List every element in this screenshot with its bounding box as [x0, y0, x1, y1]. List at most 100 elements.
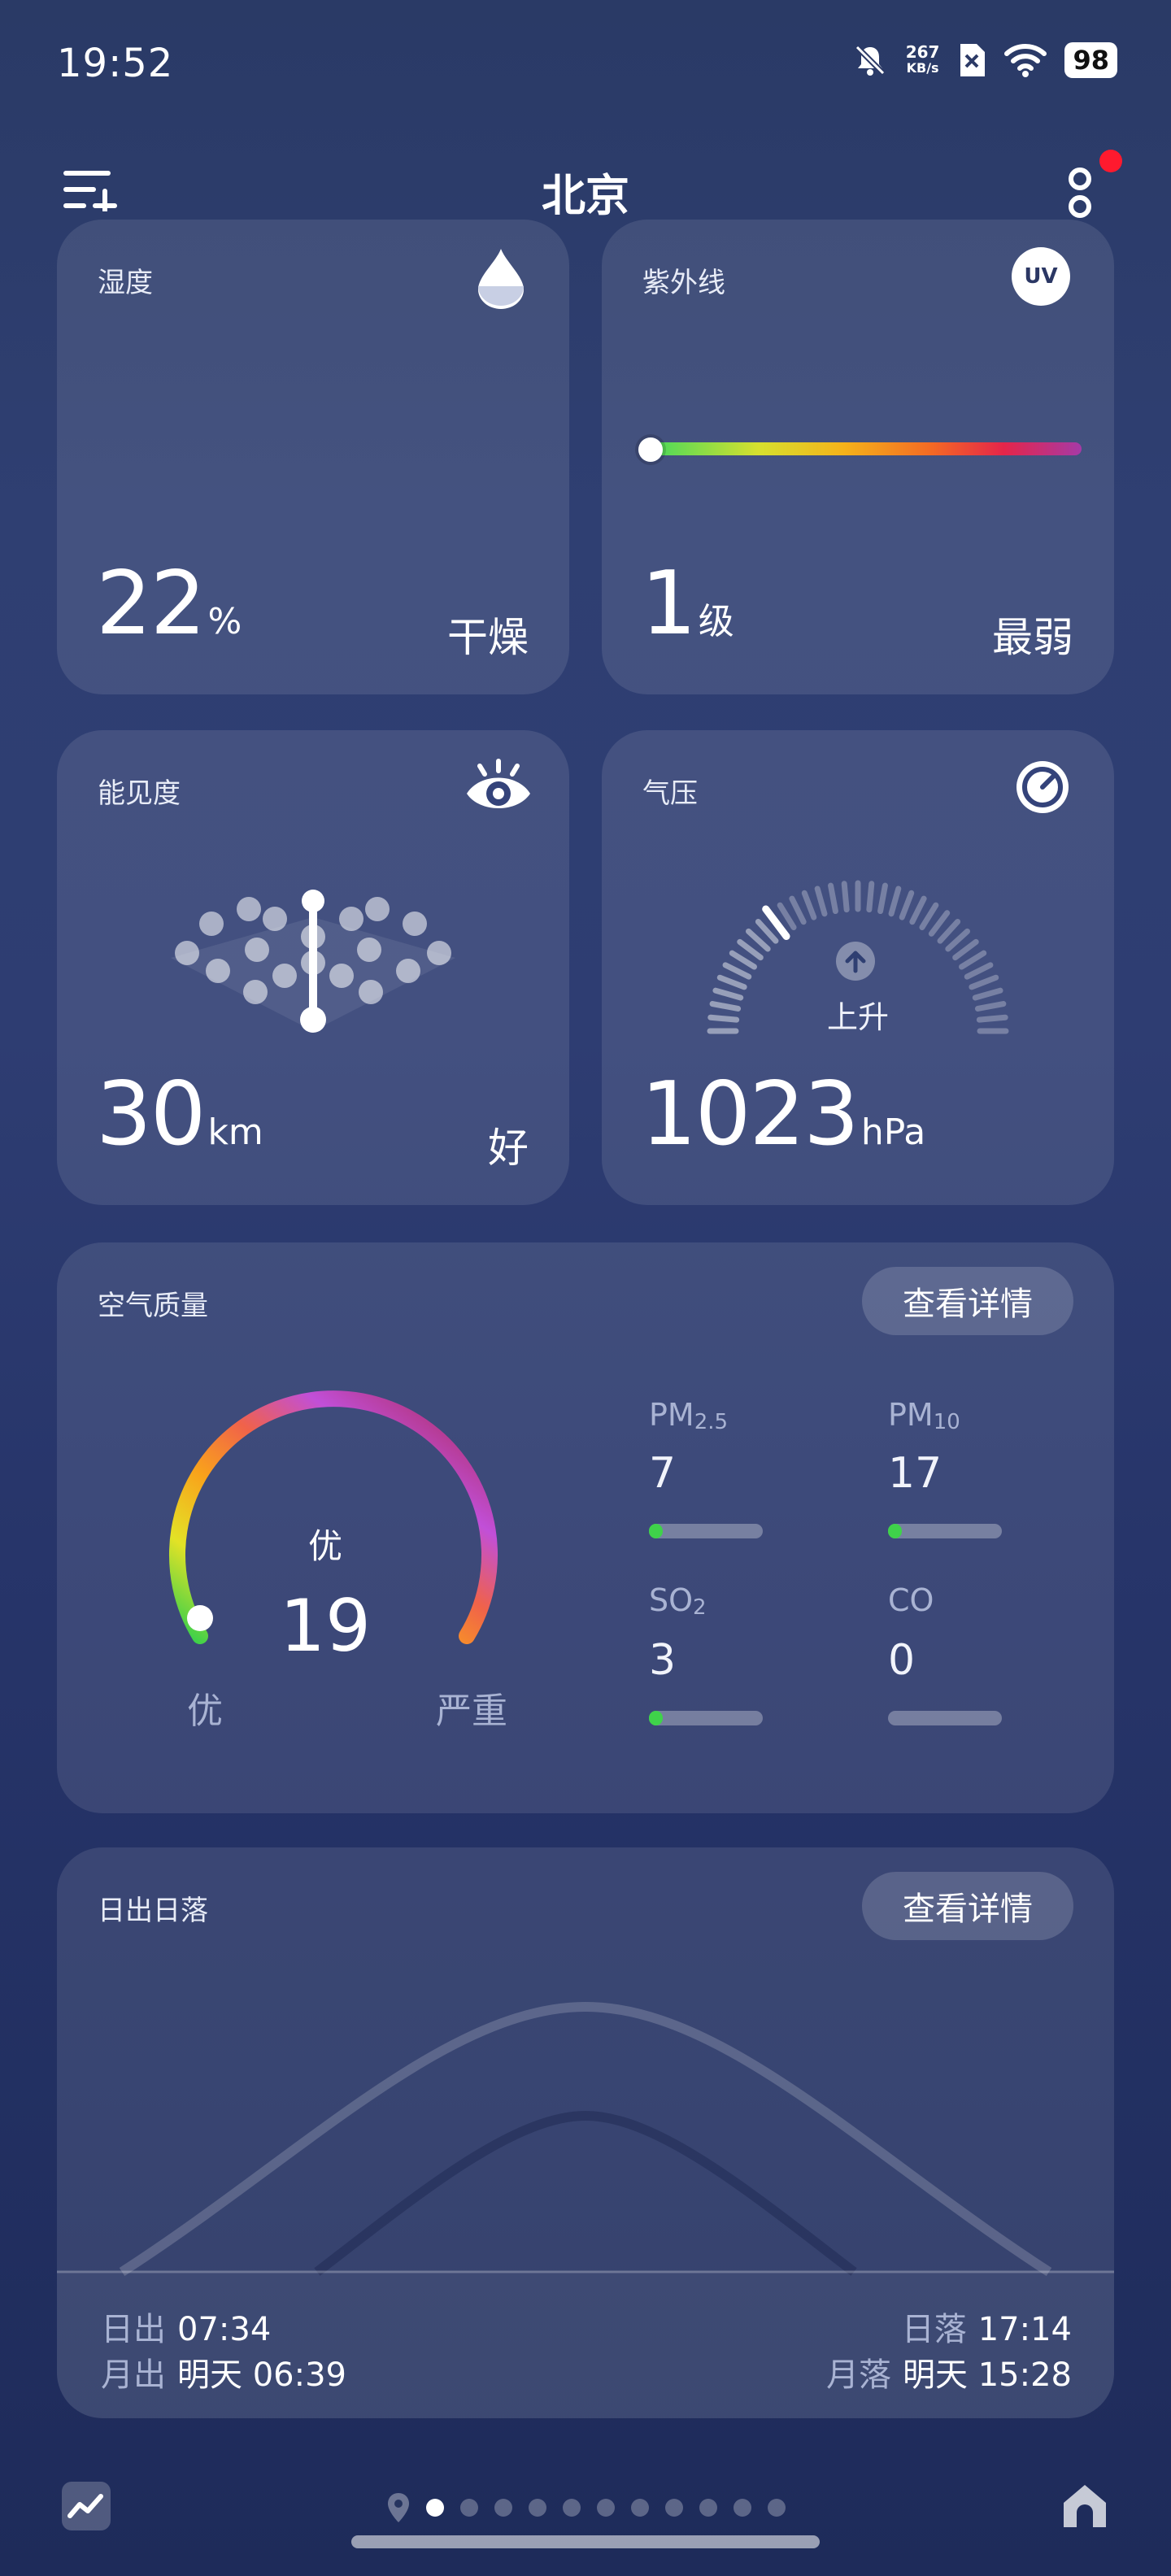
aqi-level-text: 优: [307, 1526, 342, 1566]
moonset-time: 明天 15:28: [903, 2356, 1072, 2394]
air-quality-title: 空气质量: [98, 1290, 208, 1322]
pm10-label: PM10: [888, 1397, 960, 1434]
moonrise-row: 月出 明天 06:39: [101, 2348, 346, 2395]
visibility-unit: km: [207, 1112, 263, 1153]
droplet-icon: [478, 249, 524, 309]
uv-level-marker: [638, 437, 663, 462]
sim-disabled-icon: [960, 44, 986, 76]
pressure-value-line: 1023hPa: [641, 1064, 925, 1165]
visibility-title: 能见度: [98, 777, 181, 810]
humidity-unit: %: [207, 601, 242, 642]
so2-bar-fill: [649, 1711, 663, 1725]
co-label: CO: [888, 1582, 934, 1620]
pressure-gauge-tick: [928, 910, 951, 937]
page-dot[interactable]: [426, 2499, 444, 2517]
page-dot[interactable]: [768, 2499, 786, 2517]
notification-dot: [1099, 150, 1122, 172]
sunrise-label: 日出: [101, 2311, 166, 2348]
moonrise-time: 明天 06:39: [177, 2356, 346, 2394]
pressure-gauge-tick: [841, 881, 850, 913]
pm25-bar-fill: [649, 1524, 663, 1538]
sunrise-time: 07:34: [177, 2311, 272, 2348]
gesture-home-bar[interactable]: [351, 2535, 820, 2548]
page-dot[interactable]: [597, 2499, 615, 2517]
aqi-scale-min: 优: [187, 1690, 223, 1732]
pressure-gauge-tick: [814, 886, 828, 917]
visibility-card[interactable]: 能见度 30km 好: [57, 730, 569, 1205]
pressure-gauge-tick: [888, 886, 902, 917]
moonrise-label: 月出: [101, 2356, 166, 2394]
uv-card[interactable]: 紫外线 UV 1级 最弱: [602, 220, 1114, 694]
visibility-dots-graphic: [171, 890, 455, 1033]
arrow-up-circle-icon: [836, 942, 875, 981]
uv-title: 紫外线: [642, 267, 725, 299]
page-dot[interactable]: [494, 2499, 512, 2517]
sunset-label: 日落: [901, 2311, 967, 2348]
pressure-gauge-tick: [777, 902, 797, 930]
uv-scale-bar: [651, 442, 1082, 455]
pressure-card[interactable]: 气压 上升 1023hPa: [602, 730, 1114, 1205]
pressure-gauge-tick: [964, 962, 994, 980]
so2-label: SO2: [649, 1582, 707, 1620]
page-dot[interactable]: [734, 2499, 751, 2517]
pressure-gauge-tick: [801, 890, 817, 920]
pressure-gauge-tick: [877, 882, 888, 915]
pm25-sub: 2.5: [694, 1410, 729, 1434]
pressure-gauge-tick: [919, 902, 939, 930]
pressure-gauge-tick: [746, 928, 771, 952]
air-quality-card[interactable]: 空气质量 查看详情 优 19 优 严重 PM2.5 7 PM10 17 SO2 …: [57, 1242, 1114, 1813]
pressure-gauge-tick: [937, 919, 961, 944]
pressure-gauge-tick: [722, 962, 752, 980]
visibility-value-line: 30km: [96, 1064, 263, 1165]
sunset-row: 日落 17:14: [902, 2303, 1072, 2350]
gauge-icon: [1016, 761, 1069, 813]
net-speed: 267 KB/s: [906, 44, 940, 76]
pm25-label: PM2.5: [649, 1397, 728, 1434]
humidity-title: 湿度: [98, 267, 153, 299]
page-dot[interactable]: [631, 2499, 649, 2517]
page-dot[interactable]: [460, 2499, 478, 2517]
page-dot[interactable]: [699, 2499, 717, 2517]
so2-value: 3: [649, 1636, 677, 1685]
humidity-desc: 干燥: [447, 614, 529, 661]
co-bar: [888, 1711, 1002, 1725]
eye-icon: [467, 759, 530, 808]
page-dot[interactable]: [563, 2499, 581, 2517]
humidity-card[interactable]: 湿度 22% 干燥: [57, 220, 569, 694]
pm10-name: PM: [888, 1397, 934, 1433]
pressure-title: 气压: [642, 777, 698, 810]
pm10-bar: [888, 1524, 1002, 1538]
pressure-gauge-tick: [969, 974, 999, 990]
mute-bell-icon: [855, 45, 886, 76]
pressure-gauge-tick: [959, 950, 987, 970]
air-quality-details-button[interactable]: 查看详情: [862, 1267, 1073, 1335]
pressure-gauge-tick: [737, 938, 764, 961]
status-time: 19:52: [57, 41, 174, 86]
pm25-bar: [649, 1524, 763, 1538]
more-options-icon[interactable]: [1064, 163, 1096, 221]
home-icon[interactable]: [1057, 2478, 1112, 2534]
uv-desc: 最弱: [992, 614, 1073, 661]
so2-bar: [649, 1711, 763, 1725]
pressure-gauge-tick: [945, 928, 970, 952]
humidity-value-wrap: 22%: [96, 553, 242, 655]
net-speed-unit: KB/s: [906, 60, 939, 76]
uv-value-wrap: 1级: [641, 553, 734, 655]
page-dot[interactable]: [665, 2499, 683, 2517]
page-indicator: [0, 2491, 1171, 2524]
humidity-value: 22: [96, 553, 206, 655]
pm10-sub: 10: [933, 1410, 960, 1434]
location-pin-icon: [388, 2493, 409, 2522]
aqi-value: 19: [280, 1584, 371, 1668]
sun-moon-card[interactable]: 日出日落 查看详情 日出 07:34 月出 明天 06:39 日落 17:14 月落明…: [57, 1847, 1114, 2418]
page-dot[interactable]: [529, 2499, 546, 2517]
pressure-gauge-tick: [909, 895, 927, 925]
page-dots: [426, 2499, 786, 2517]
wifi-icon: [1004, 44, 1047, 77]
pm10-bar-fill: [888, 1524, 902, 1538]
sunset-time: 17:14: [977, 2311, 1072, 2348]
sunrise-row: 日出 07:34: [101, 2303, 271, 2350]
uv-unit: 级: [698, 601, 734, 642]
pressure-gauge-tick: [866, 881, 875, 913]
pm10-value: 17: [888, 1449, 942, 1498]
